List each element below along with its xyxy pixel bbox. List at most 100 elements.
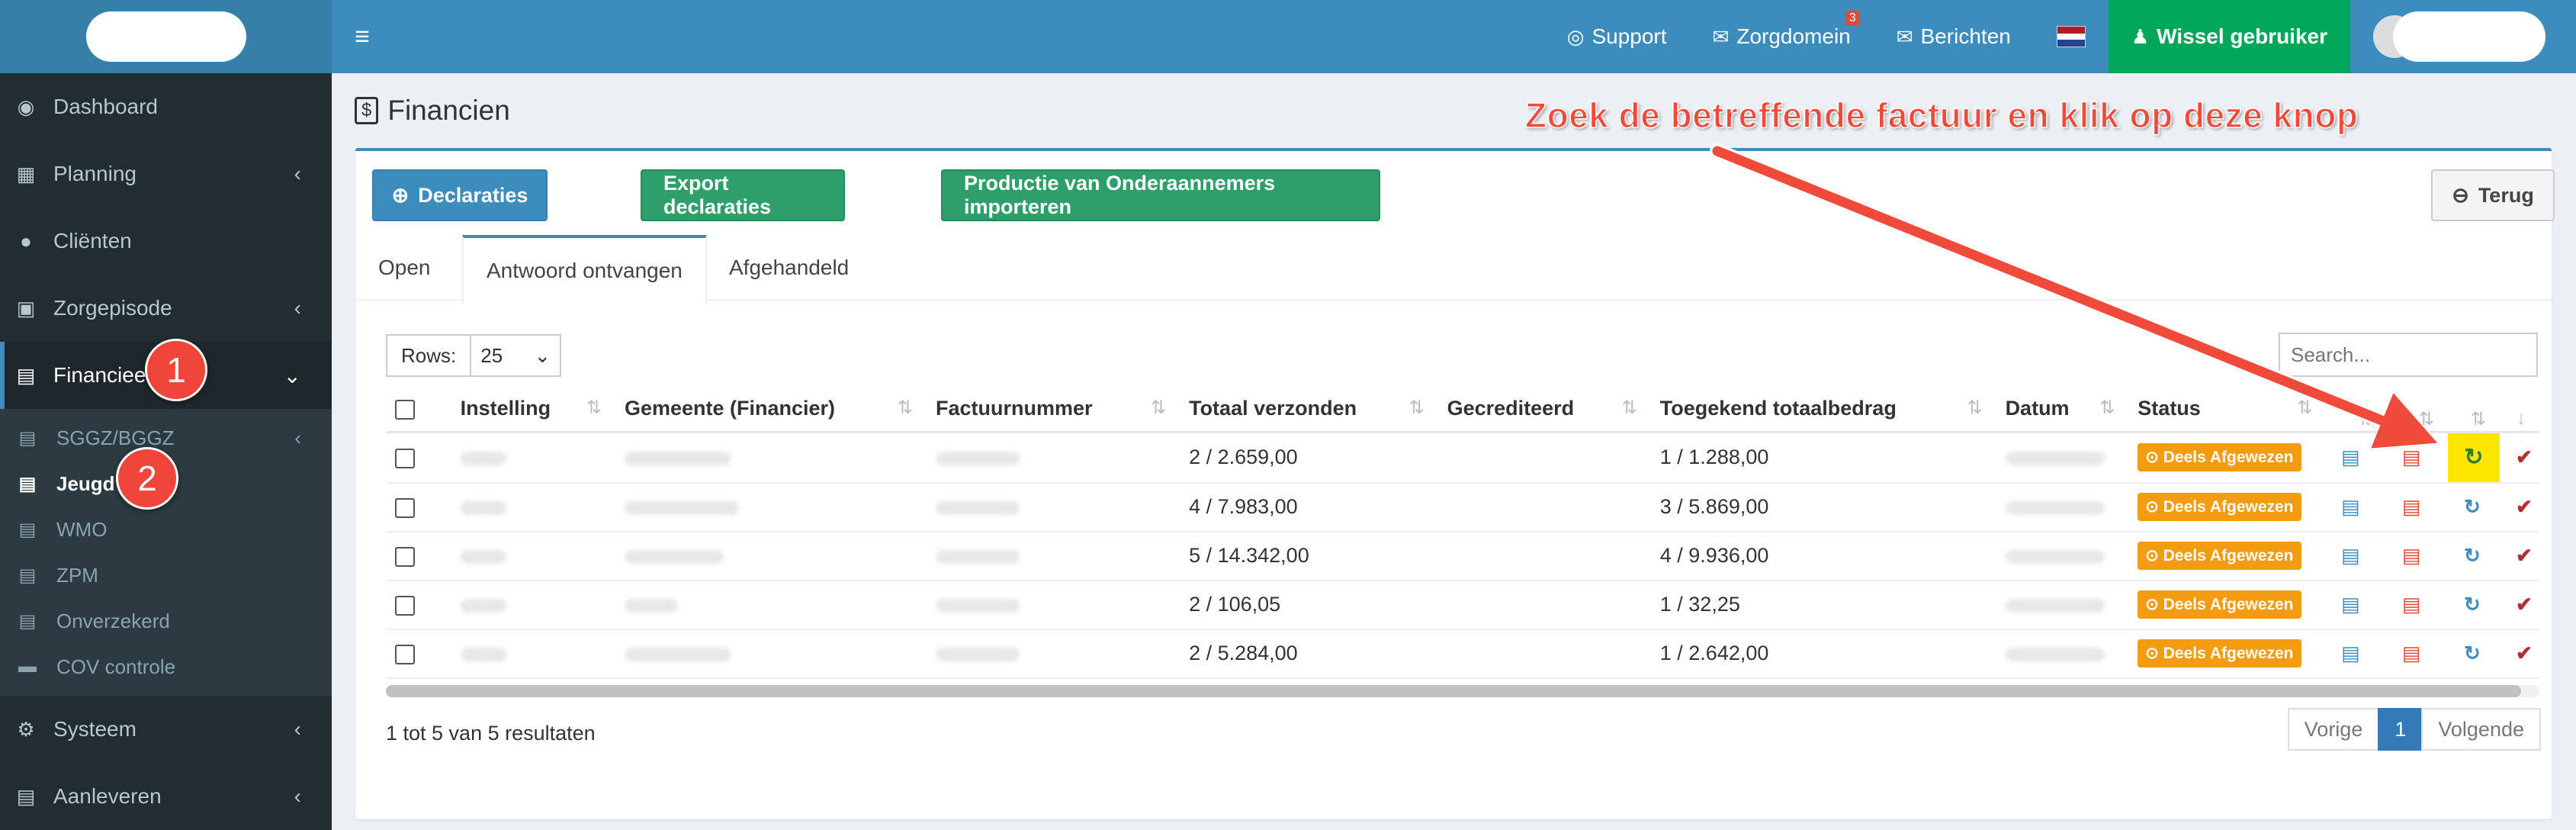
sort-icon: ⇅ bbox=[1150, 397, 1167, 418]
logo-area[interactable] bbox=[0, 0, 332, 73]
col-gecrediteerd[interactable]: Gecrediteerd ⇅ bbox=[1437, 386, 1651, 433]
sidebar-subitem-onverzekerd[interactable]: ▤ Onverzekerd bbox=[0, 598, 332, 644]
action-cell: ✔ bbox=[2499, 432, 2539, 484]
col-instelling[interactable]: Instelling ⇅ bbox=[451, 386, 615, 433]
sidebar-item-label: Zorgepisode bbox=[53, 296, 172, 320]
invoice-icon[interactable]: ▤ bbox=[2396, 639, 2427, 669]
import-productie-button[interactable]: Productie van Onderaannemers importeren bbox=[941, 169, 1380, 221]
zorgdomein-link[interactable]: ✉ Zorgdomein 3 bbox=[1690, 0, 1874, 73]
search-input[interactable] bbox=[2279, 333, 2538, 377]
refresh-icon[interactable]: ↻ bbox=[2457, 492, 2488, 523]
check-icon[interactable]: ✔ bbox=[2509, 442, 2539, 473]
refresh-icon-highlighted[interactable]: ↻ bbox=[2447, 433, 2500, 482]
navbar-right: ◎ Support ✉ Zorgdomein 3 ✉ Berichten ♟ W… bbox=[1544, 0, 2576, 73]
table-row[interactable]: 5 / 14.342,00 4 / 9.936,00 ⊙ Deels Afgew… bbox=[386, 531, 2539, 581]
scrollbar-thumb[interactable] bbox=[386, 685, 2521, 697]
tab-afgehandeld[interactable]: Afgehandeld bbox=[706, 235, 872, 301]
list-icon[interactable]: ▤ bbox=[2335, 442, 2366, 473]
redacted-text bbox=[624, 549, 724, 564]
col-action-4[interactable]: ↓ bbox=[2499, 386, 2539, 433]
datum-cell bbox=[1996, 432, 2129, 484]
col-factuurnummer[interactable]: Factuurnummer ⇅ bbox=[926, 386, 1180, 433]
pager-page-1[interactable]: 1 bbox=[2378, 708, 2423, 751]
table-header-row: Instelling ⇅ Gemeente (Financier) ⇅ Factuu… bbox=[386, 386, 2539, 433]
invoice-icon[interactable]: ▤ bbox=[2396, 590, 2427, 620]
row-checkbox[interactable] bbox=[395, 497, 415, 518]
invoice-icon[interactable]: ▤ bbox=[2396, 442, 2427, 473]
table-row[interactable]: 2 / 106,05 1 / 32,25 ⊙ Deels Afgewezen ▤… bbox=[386, 580, 2539, 630]
col-toegekend[interactable]: Toegekend totaalbedrag ⇅ bbox=[1650, 386, 1996, 433]
dutch-flag-icon bbox=[2056, 26, 2086, 47]
redacted-text bbox=[935, 598, 1020, 613]
invoice-icon[interactable]: ▤ bbox=[2396, 541, 2427, 571]
row-checkbox[interactable] bbox=[395, 448, 415, 468]
factuurnummer-cell bbox=[926, 531, 1180, 581]
list-icon[interactable]: ▤ bbox=[2335, 639, 2366, 669]
export-declaraties-button[interactable]: Export declaraties bbox=[641, 169, 845, 221]
terug-button[interactable]: ⊖ Terug bbox=[2431, 169, 2555, 221]
chevron-down-icon: ⌄ bbox=[534, 343, 551, 367]
toegekend-cell: 1 / 1.288,00 bbox=[1650, 432, 1996, 484]
status-cell: ⊙ Deels Afgewezen bbox=[2128, 531, 2327, 581]
tab-open[interactable]: Open bbox=[355, 235, 454, 301]
col-action-1[interactable]: ⇅ bbox=[2326, 386, 2388, 433]
sidebar-item-dashboard[interactable]: ◉ Dashboard bbox=[0, 73, 332, 140]
berichten-link[interactable]: ✉ Berichten bbox=[1874, 0, 2034, 73]
sidebar-subitem-zpm[interactable]: ▤ ZPM bbox=[0, 552, 332, 598]
refresh-icon[interactable]: ↻ bbox=[2457, 639, 2488, 669]
invoice-icon[interactable]: ▤ bbox=[2396, 492, 2427, 523]
redacted-text bbox=[624, 598, 678, 613]
col-gemeente[interactable]: Gemeente (Financier) ⇅ bbox=[615, 386, 927, 433]
horizontal-scrollbar[interactable] bbox=[386, 685, 2539, 697]
sidebar-subitem-label: Jeugd bbox=[56, 471, 115, 495]
col-status[interactable]: Status ⇅ bbox=[2128, 386, 2327, 433]
datum-cell bbox=[1996, 580, 2129, 630]
action-cell: ↻ bbox=[2447, 531, 2500, 581]
pager-next[interactable]: Volgende bbox=[2421, 708, 2541, 751]
check-icon[interactable]: ✔ bbox=[2509, 541, 2539, 571]
col-action-2[interactable]: ⇅ bbox=[2387, 386, 2448, 433]
refresh-icon[interactable]: ↻ bbox=[2457, 541, 2488, 571]
action-cell: ↻ bbox=[2447, 482, 2500, 532]
sidebar-item-systeem[interactable]: ⚙ Systeem ‹ bbox=[0, 696, 332, 763]
status-badge: ⊙ Deels Afgewezen bbox=[2138, 590, 2301, 619]
row-checkbox[interactable] bbox=[395, 644, 415, 664]
check-icon[interactable]: ✔ bbox=[2509, 639, 2539, 669]
col-datum[interactable]: Datum ⇅ bbox=[1996, 386, 2129, 433]
declaraties-button[interactable]: ⊕ Declaraties bbox=[372, 169, 548, 221]
table-row[interactable]: 4 / 7.983,00 3 / 5.869,00 ⊙ Deels Afgewe… bbox=[386, 482, 2539, 532]
sidebar-item-aanleveren[interactable]: ▤ Aanleveren ‹ bbox=[0, 763, 332, 830]
row-checkbox[interactable] bbox=[395, 546, 415, 567]
datum-cell bbox=[1996, 629, 2129, 679]
sidebar-subitem-wmo[interactable]: ▤ WMO bbox=[0, 507, 332, 552]
tab-antwoord-ontvangen[interactable]: Antwoord ontvangen bbox=[462, 235, 707, 304]
check-icon[interactable]: ✔ bbox=[2509, 590, 2539, 620]
sidebar-item-clienten[interactable]: ● Cliënten bbox=[0, 208, 332, 275]
table-row[interactable]: 2 / 5.284,00 1 / 2.642,00 ⊙ Deels Afgewe… bbox=[386, 629, 2539, 679]
list-icon[interactable]: ▤ bbox=[2335, 492, 2366, 523]
sidebar-subitem-cov[interactable]: ▬ COV controle bbox=[0, 644, 332, 690]
sidebar-item-zorgepisode[interactable]: ▣ Zorgepisode ‹ bbox=[0, 275, 332, 342]
table-row[interactable]: 2 / 2.659,00 1 / 1.288,00 ⊙ Deels Afgewe… bbox=[386, 432, 2539, 484]
support-link[interactable]: ◎ Support bbox=[1544, 0, 1690, 73]
rows-select[interactable]: 25 ⌄ bbox=[471, 334, 562, 377]
language-flag-button[interactable] bbox=[2034, 0, 2109, 73]
redacted-text bbox=[2005, 451, 2105, 465]
check-icon[interactable]: ✔ bbox=[2509, 492, 2539, 523]
sidebar-submenu: ▤ SGGZ/BGGZ ‹ ▤ Jeugd ▤ WMO ▤ ZPM ▤ Onve… bbox=[0, 409, 332, 696]
sidebar-item-planning[interactable]: ▦ Planning ‹ bbox=[0, 140, 332, 208]
col-totaal-verzonden[interactable]: Totaal verzonden ⇅ bbox=[1180, 386, 1438, 433]
select-all-checkbox[interactable] bbox=[395, 399, 415, 420]
refresh-icon[interactable]: ↻ bbox=[2457, 590, 2488, 620]
chevron-left-icon: ‹ bbox=[294, 717, 301, 741]
sort-icon: ⇅ bbox=[1621, 397, 1637, 418]
gecrediteerd-cell bbox=[1437, 629, 1651, 679]
row-checkbox[interactable] bbox=[395, 595, 415, 616]
pager-prev[interactable]: Vorige bbox=[2287, 708, 2380, 751]
col-action-3[interactable]: ⇅ bbox=[2447, 386, 2500, 433]
list-icon[interactable]: ▤ bbox=[2335, 590, 2366, 620]
wissel-gebruiker-button[interactable]: ♟ Wissel gebruiker bbox=[2108, 0, 2350, 73]
user-menu[interactable] bbox=[2350, 0, 2576, 73]
hamburger-menu-icon[interactable]: ≡ bbox=[332, 0, 393, 73]
list-icon[interactable]: ▤ bbox=[2335, 541, 2366, 571]
